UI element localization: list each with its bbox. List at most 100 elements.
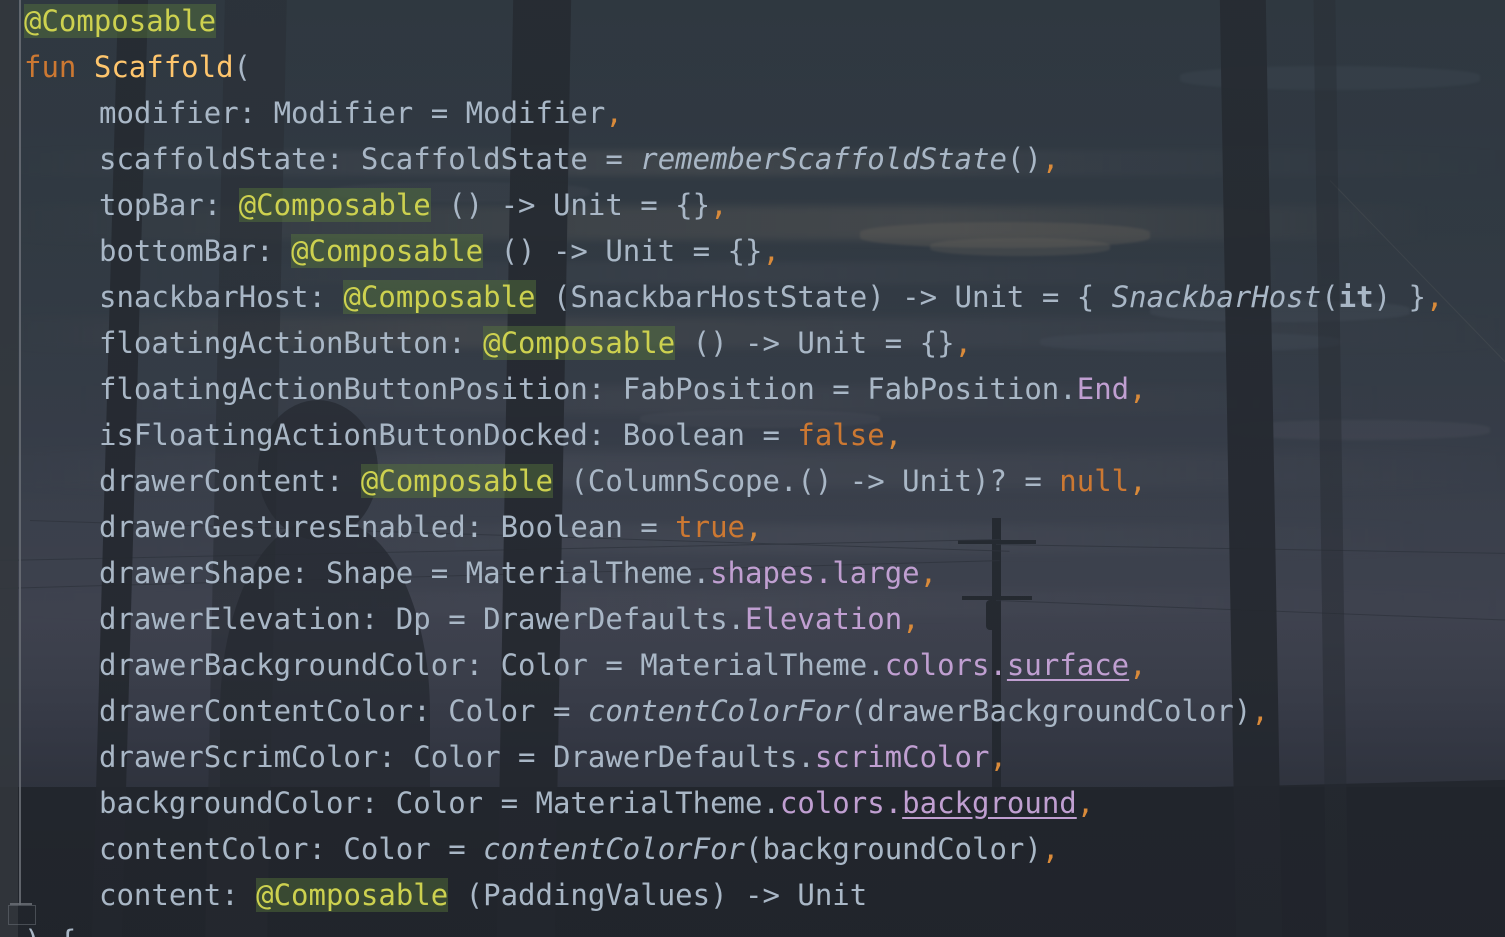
annotation-token: @Composable bbox=[238, 188, 431, 222]
property-token: End bbox=[1076, 372, 1130, 406]
code-line[interactable]: scaffoldState: ScaffoldState = rememberS… bbox=[24, 136, 1059, 182]
code-token: (drawerBackgroundColor) bbox=[849, 694, 1252, 728]
property-token: shapes bbox=[710, 556, 815, 590]
code-token: , bbox=[1251, 694, 1269, 728]
code-token: drawerShape: Shape = MaterialTheme. bbox=[99, 556, 711, 590]
code-token: () -> Unit = {} bbox=[675, 326, 955, 360]
annotation-token: @Composable bbox=[483, 326, 676, 360]
code-token: content: bbox=[99, 878, 257, 912]
code-line[interactable]: contentColor: Color = contentColorFor(ba… bbox=[24, 826, 1059, 872]
code-token: drawerGesturesEnabled: Boolean = bbox=[99, 510, 676, 544]
property-token: surface bbox=[1006, 648, 1130, 682]
code-line[interactable]: @Composable bbox=[24, 0, 217, 44]
code-text-area[interactable]: @Composable fun Scaffold(modifier: Modifi… bbox=[0, 0, 1505, 937]
annotation-token: @Composable bbox=[343, 280, 536, 314]
code-line[interactable]: drawerElevation: Dp = DrawerDefaults.Ele… bbox=[24, 596, 920, 642]
annotation-token: @Composable bbox=[24, 4, 217, 38]
code-line[interactable]: drawerContentColor: Color = contentColor… bbox=[24, 688, 1269, 734]
code-line[interactable]: topBar: @Composable () -> Unit = {}, bbox=[24, 182, 728, 228]
code-token: () -> Unit = {} bbox=[483, 234, 763, 268]
literal-token: false bbox=[797, 418, 885, 452]
code-token: (PaddingValues) -> Unit bbox=[448, 878, 868, 912]
code-token: drawerBackgroundColor: Color = MaterialT… bbox=[99, 648, 885, 682]
property-token: large bbox=[832, 556, 920, 590]
code-token: modifier: Modifier = Modifier bbox=[99, 96, 606, 130]
code-line[interactable]: backgroundColor: Color = MaterialTheme.c… bbox=[24, 780, 1094, 826]
code-token: , bbox=[954, 326, 972, 360]
code-token: , bbox=[762, 234, 780, 268]
literal-token: null bbox=[1059, 464, 1130, 498]
annotation-token: @Composable bbox=[256, 878, 449, 912]
code-token: drawerScrimColor: Color = DrawerDefaults… bbox=[99, 740, 815, 774]
code-token: snackbarHost: bbox=[99, 280, 344, 314]
code-token: bottomBar: bbox=[99, 234, 292, 268]
code-line[interactable]: drawerBackgroundColor: Color = MaterialT… bbox=[24, 642, 1147, 688]
function-call-token: contentColorFor bbox=[587, 694, 850, 728]
code-editor-window: @Composable fun Scaffold(modifier: Modifi… bbox=[0, 0, 1505, 937]
code-line[interactable]: snackbarHost: @Composable (SnackbarHostS… bbox=[24, 274, 1443, 320]
code-line[interactable]: ) { bbox=[24, 918, 76, 937]
code-token: , bbox=[989, 740, 1007, 774]
code-token: , bbox=[1076, 786, 1095, 820]
annotation-token: @Composable bbox=[360, 464, 553, 498]
code-line[interactable]: modifier: Modifier = Modifier, bbox=[24, 90, 623, 136]
code-token: , bbox=[745, 510, 763, 544]
code-line[interactable]: isFloatingActionButtonDocked: Boolean = … bbox=[24, 412, 902, 458]
function-call-token: SnackbarHost bbox=[1111, 280, 1322, 314]
code-line[interactable]: drawerScrimColor: Color = DrawerDefaults… bbox=[24, 734, 1007, 780]
code-token: (SnackbarHostState) -> Unit = { bbox=[535, 280, 1112, 314]
code-token: , bbox=[1129, 648, 1147, 682]
code-token: drawerContent: bbox=[99, 464, 361, 498]
code-token: scaffoldState: ScaffoldState = bbox=[99, 142, 641, 176]
code-line[interactable]: floatingActionButtonPosition: FabPositio… bbox=[24, 366, 1147, 412]
keyword-token: fun bbox=[24, 50, 77, 84]
property-token: . bbox=[884, 786, 903, 820]
code-token: () bbox=[1006, 142, 1042, 176]
code-line[interactable]: floatingActionButton: @Composable () -> … bbox=[24, 320, 972, 366]
code-line[interactable]: fun Scaffold( bbox=[24, 44, 251, 90]
code-token: drawerElevation: Dp = DrawerDefaults. bbox=[99, 602, 746, 636]
code-line[interactable]: drawerGesturesEnabled: Boolean = true, bbox=[24, 504, 762, 550]
code-token: ( bbox=[233, 50, 252, 84]
property-token: colors bbox=[884, 648, 990, 682]
code-token: drawerContentColor: Color = bbox=[99, 694, 588, 728]
code-token: , bbox=[1425, 280, 1444, 314]
code-token: backgroundColor: Color = MaterialTheme. bbox=[99, 786, 780, 820]
code-token: , bbox=[1041, 142, 1060, 176]
function-call-token: contentColorFor bbox=[483, 832, 746, 866]
implicit-parameter-token: it bbox=[1338, 280, 1374, 314]
code-token: () -> Unit = {} bbox=[430, 188, 711, 222]
code-token: , bbox=[710, 188, 728, 222]
code-token: ) } bbox=[1373, 280, 1426, 314]
code-token: , bbox=[605, 96, 623, 130]
code-line[interactable]: drawerShape: Shape = MaterialTheme.shape… bbox=[24, 550, 937, 596]
code-token: (backgroundColor) bbox=[745, 832, 1042, 866]
property-token: . bbox=[989, 648, 1007, 682]
code-token: floatingActionButtonPosition: FabPositio… bbox=[99, 372, 1077, 406]
literal-token: true bbox=[675, 510, 746, 544]
property-token: background bbox=[902, 786, 1077, 820]
code-token: topBar: bbox=[99, 188, 239, 222]
code-token: ( bbox=[1321, 280, 1339, 314]
code-token: , bbox=[884, 418, 903, 452]
code-token: , bbox=[1041, 832, 1060, 866]
annotation-token: @Composable bbox=[291, 234, 484, 268]
code-token: (ColumnScope.() -> Unit)? = bbox=[552, 464, 1060, 498]
property-token: colors bbox=[779, 786, 885, 820]
code-token: , bbox=[902, 602, 920, 636]
property-token: scrimColor bbox=[814, 740, 990, 774]
code-line[interactable]: content: @Composable (PaddingValues) -> … bbox=[24, 872, 867, 918]
code-line[interactable]: drawerContent: @Composable (ColumnScope.… bbox=[24, 458, 1147, 504]
code-line[interactable]: bottomBar: @Composable () -> Unit = {}, bbox=[24, 228, 780, 274]
code-token: contentColor: Color = bbox=[99, 832, 484, 866]
property-token: . bbox=[814, 556, 833, 590]
code-token: , bbox=[1129, 464, 1147, 498]
code-token: floatingActionButton: bbox=[99, 326, 484, 360]
code-token: ) { bbox=[24, 924, 76, 937]
code-token: isFloatingActionButtonDocked: Boolean = bbox=[99, 418, 798, 452]
function-call-token: rememberScaffoldState bbox=[640, 142, 1007, 176]
function-name-token: Scaffold bbox=[93, 50, 234, 84]
code-token: , bbox=[1129, 372, 1147, 406]
property-token: Elevation bbox=[745, 602, 903, 636]
